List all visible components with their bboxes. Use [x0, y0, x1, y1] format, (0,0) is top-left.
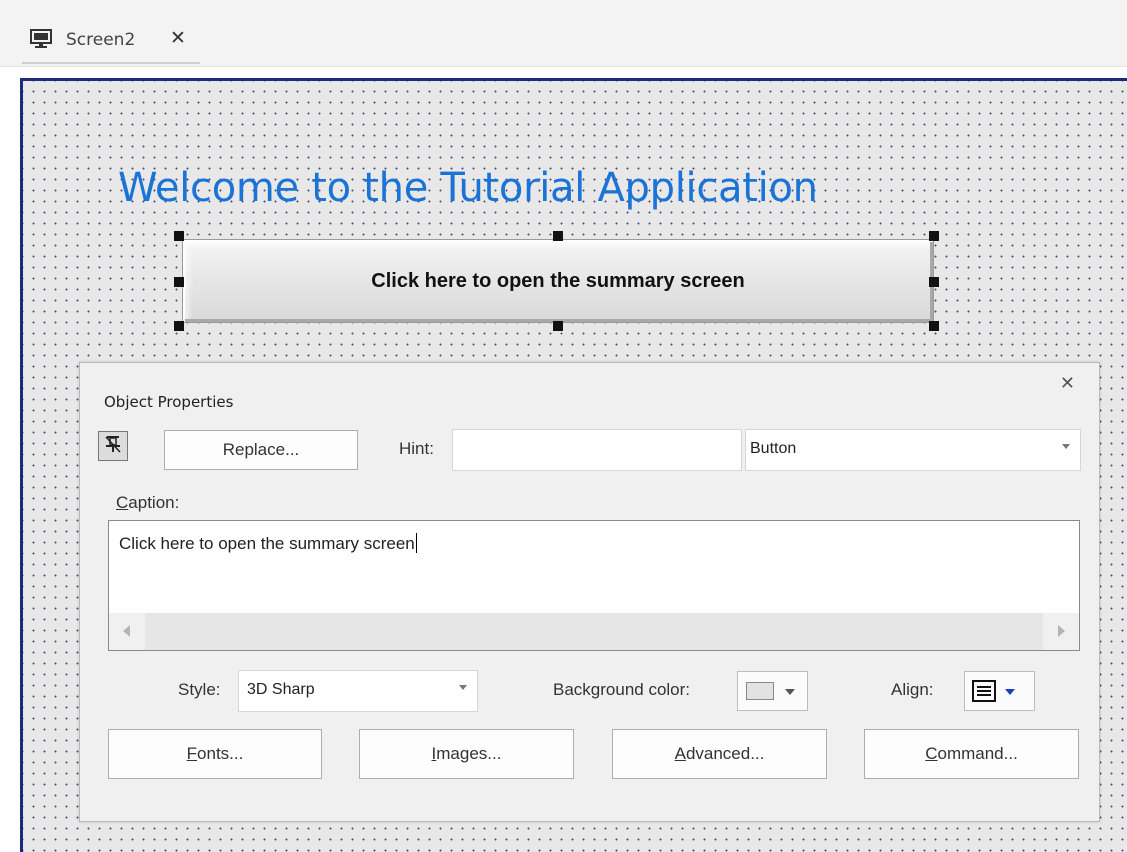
chevron-down-icon	[1005, 689, 1015, 695]
dialog-title: Object Properties	[104, 393, 234, 411]
tab-label: Screen2	[66, 30, 136, 50]
chevron-down-icon	[459, 685, 467, 690]
caption-textarea[interactable]: Click here to open the summary screen	[108, 520, 1080, 651]
style-label: Style:	[178, 680, 221, 699]
background-color-picker[interactable]	[737, 671, 808, 711]
selection-handle-mr[interactable]	[929, 277, 939, 287]
replace-button[interactable]: Replace...	[164, 430, 358, 470]
hint-input[interactable]	[452, 429, 742, 471]
selection-handle-bl[interactable]	[174, 321, 184, 331]
scroll-right-icon[interactable]	[1058, 625, 1065, 637]
fonts-button[interactable]: Fonts...	[108, 729, 322, 779]
horizontal-scrollbar[interactable]	[109, 613, 1079, 650]
chevron-down-icon	[785, 689, 795, 695]
dialog-close-icon[interactable]: ✕	[1060, 373, 1075, 394]
object-type-value: Button	[750, 440, 797, 457]
align-label: Align:	[891, 680, 934, 699]
background-color-label: Background color:	[553, 680, 691, 699]
scroll-left-icon[interactable]	[123, 625, 130, 637]
tab-close-icon[interactable]: ✕	[170, 27, 186, 49]
text-caret	[415, 533, 417, 553]
align-center-icon	[972, 680, 996, 702]
welcome-heading[interactable]: Welcome to the Tutorial Application	[118, 165, 818, 211]
align-picker[interactable]	[964, 671, 1035, 711]
tab-bar: Screen2 ✕	[0, 0, 1127, 67]
caption-label: Caption:	[116, 493, 180, 512]
advanced-button[interactable]: Advanced...	[612, 729, 827, 779]
object-type-select[interactable]: Button	[745, 429, 1081, 471]
color-swatch	[746, 682, 774, 700]
caption-text: Click here to open the summary screen	[119, 534, 415, 553]
summary-screen-button[interactable]: Click here to open the summary screen	[182, 239, 934, 323]
monitor-icon	[30, 28, 52, 50]
hint-label: Hint:	[399, 439, 434, 458]
pin-button[interactable]	[98, 431, 128, 461]
chevron-down-icon	[1062, 444, 1070, 449]
selection-handle-tr[interactable]	[929, 231, 939, 241]
scrollbar-track[interactable]	[145, 613, 1043, 650]
selection-handle-tl[interactable]	[174, 231, 184, 241]
command-button[interactable]: Command...	[864, 729, 1079, 779]
images-button[interactable]: Images...	[359, 729, 574, 779]
selection-handle-bm[interactable]	[553, 321, 563, 331]
tab-underline	[22, 62, 200, 64]
selection-handle-ml[interactable]	[174, 277, 184, 287]
style-value: 3D Sharp	[247, 681, 315, 698]
selection-handle-tm[interactable]	[553, 231, 563, 241]
selection-handle-br[interactable]	[929, 321, 939, 331]
pin-icon	[103, 434, 123, 459]
tab-screen2[interactable]: Screen2 ✕	[22, 22, 200, 66]
style-select[interactable]: 3D Sharp	[238, 670, 478, 712]
object-properties-dialog: Object Properties ✕ Replace... Hint: But…	[79, 362, 1100, 822]
